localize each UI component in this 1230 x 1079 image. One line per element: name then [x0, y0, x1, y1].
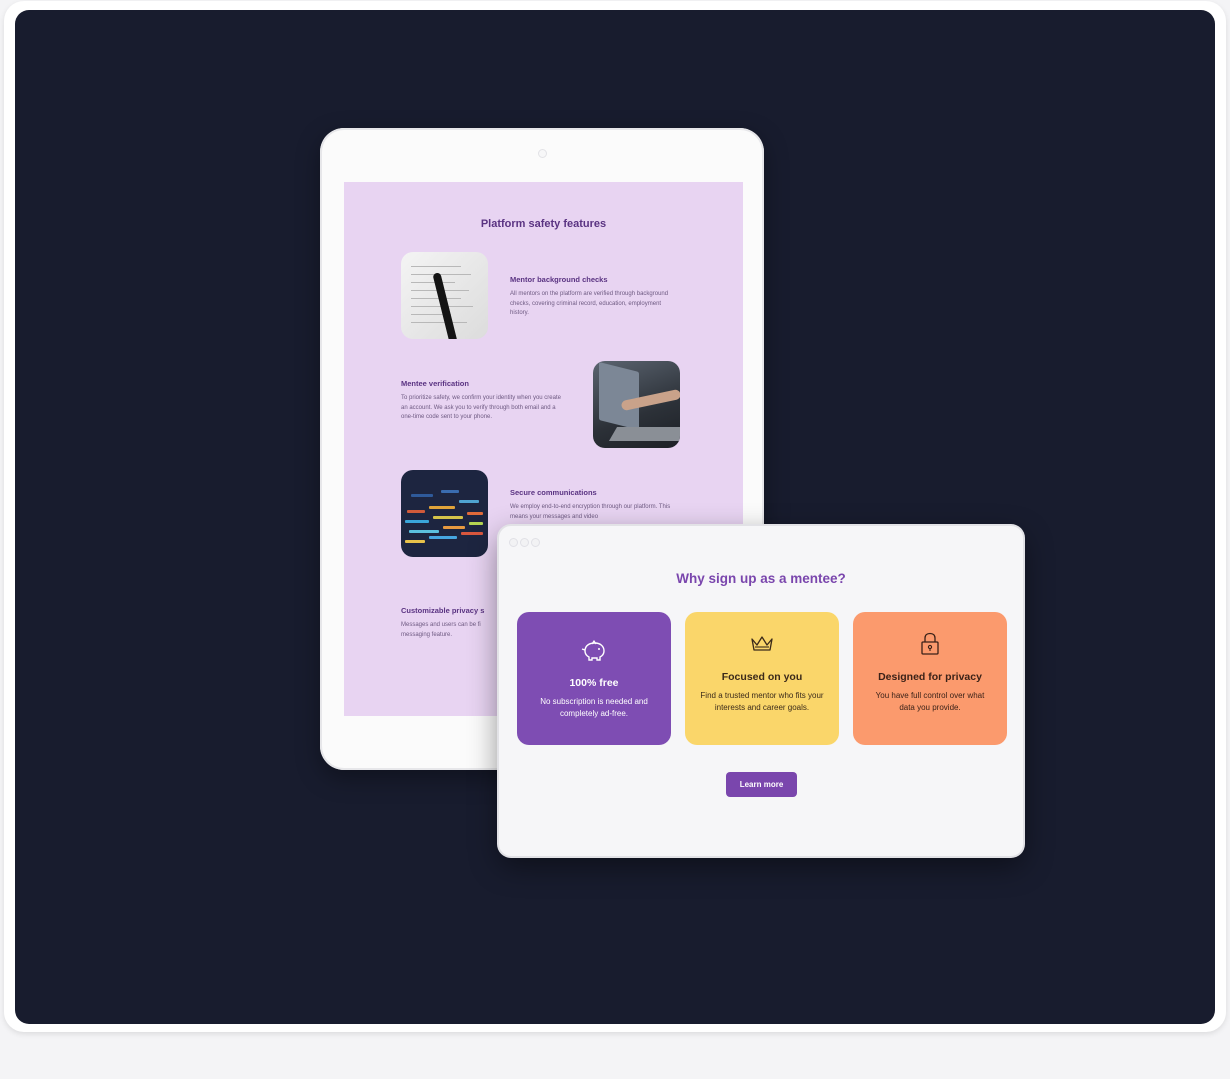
benefit-title: Designed for privacy [878, 671, 982, 683]
feature-description: We employ end-to-end encryption through … [510, 504, 671, 520]
mockup-stage: Platform safety features Mentor backgrou… [15, 10, 1215, 1024]
benefit-card-focused: Focused on you Find a trusted mentor who… [685, 612, 839, 745]
feature-description: All mentors on the platform are verified… [510, 291, 669, 316]
feature-title: Mentee verification [401, 379, 469, 388]
feature-title: Customizable privacy s [401, 606, 485, 615]
tablet-page-title: Platform safety features [480, 218, 607, 230]
benefit-description: You have full control over what data you… [875, 691, 985, 712]
feature-title: Secure communications [510, 488, 597, 497]
crown-icon [751, 636, 773, 651]
document-pen-image [401, 252, 488, 339]
tablet-camera-icon [538, 149, 547, 158]
window-dot-icon [520, 538, 529, 547]
window-dot-icon [509, 538, 518, 547]
feature-title: Mentor background checks [510, 275, 608, 284]
padlock-icon [921, 632, 939, 655]
benefit-title: Focused on you [721, 671, 803, 683]
benefit-card-free: 100% free No subscription is needed and … [517, 612, 671, 745]
benefit-title: 100% free [569, 677, 619, 689]
laptop-hand-image [593, 361, 680, 448]
benefit-card-privacy: Designed for privacy You have full contr… [853, 612, 1007, 745]
window-dot-icon [531, 538, 540, 547]
code-screen-image [401, 470, 488, 557]
learn-more-button[interactable]: Learn more [726, 772, 797, 797]
feature-description: Messages and users can be fi messaging f… [401, 622, 481, 638]
browser-window: Why sign up as a mentee? 100% free No su… [499, 526, 1023, 856]
section-title: Why sign up as a mentee? [676, 571, 846, 586]
benefit-description: No subscription is needed and completely… [540, 697, 648, 718]
piggy-bank-icon [581, 640, 605, 661]
feature-description: To prioritize safety, we confirm your id… [401, 395, 561, 420]
benefit-description: Find a trusted mentor who fits your inte… [700, 691, 824, 712]
